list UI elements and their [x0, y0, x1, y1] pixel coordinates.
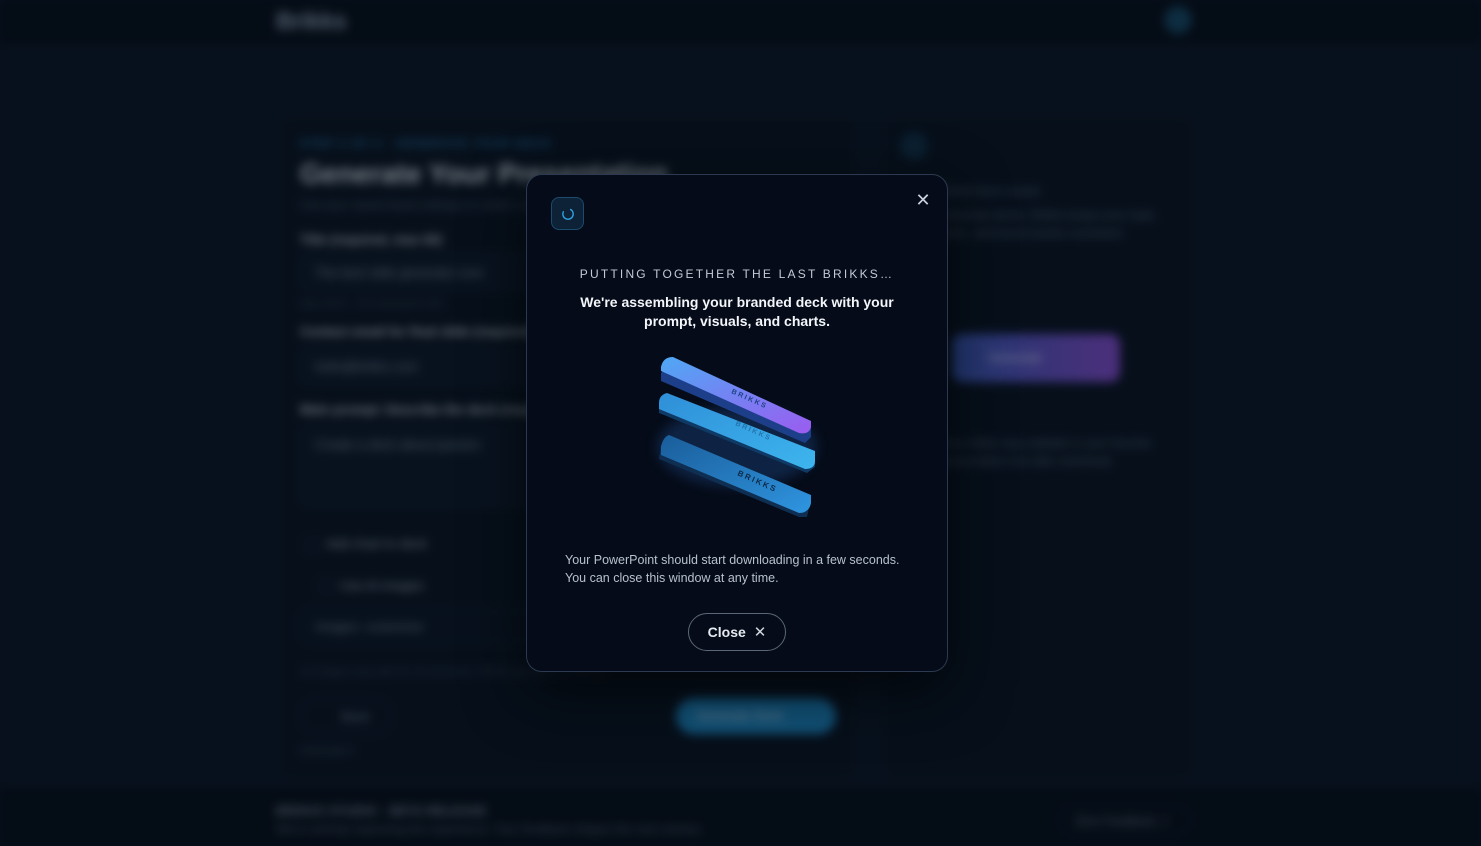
- close-button-icon: ✕: [753, 623, 767, 641]
- close-button[interactable]: Close ✕: [688, 613, 786, 651]
- modal-eyebrow: PUTTING TOGETHER THE LAST BRIKKS…: [579, 267, 895, 281]
- modal-headline: We're assembling your branded deck with …: [580, 294, 894, 329]
- download-note-line-2: You can close this window at any time.: [565, 571, 779, 585]
- close-icon[interactable]: ✕: [913, 191, 933, 211]
- download-note-line-1: Your PowerPoint should start downloading…: [565, 553, 900, 567]
- loading-spinner-icon: [551, 197, 584, 230]
- close-button-label: Close: [707, 624, 746, 640]
- generating-modal: ✕ PUTTING TOGETHER THE LAST BRIKKS… We'r…: [526, 174, 948, 672]
- download-note: Your PowerPoint should start downloading…: [565, 551, 925, 587]
- stacked-slides-illustration: BRIKKS BRIKKS BRIKKS: [639, 351, 835, 529]
